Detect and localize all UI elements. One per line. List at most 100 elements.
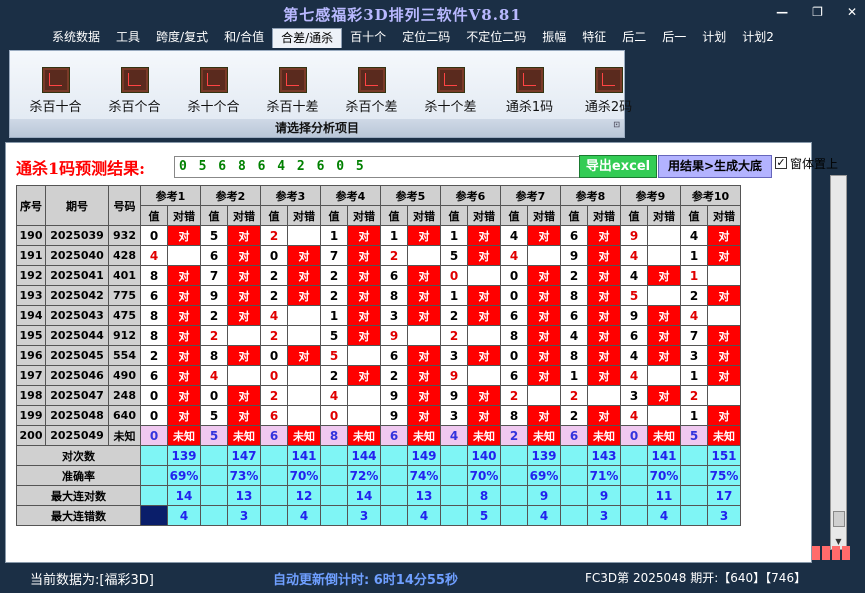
ribbon-button[interactable]: 通杀1码 bbox=[490, 67, 569, 115]
menu-item[interactable]: 跨度/复式 bbox=[148, 28, 216, 48]
close-icon[interactable]: ✕ bbox=[847, 5, 857, 19]
pred-value: 2 bbox=[500, 425, 528, 446]
chart-icon bbox=[594, 67, 623, 93]
menu-item[interactable]: 不定位二码 bbox=[458, 28, 534, 48]
menu-item[interactable]: 合差/通杀 bbox=[272, 28, 343, 48]
prediction-value-field[interactable]: 0 5 6 8 6 4 2 6 0 5 bbox=[174, 156, 580, 178]
menu-item[interactable]: 后一 bbox=[654, 28, 694, 48]
analysis-table-container: 序号 期号 号码 参考1 参考2 参考3 参考4 参考5 参考6 参考7 参考8 参考9 参考10 值对错… bbox=[16, 185, 773, 543]
pred-result: 未知 bbox=[407, 425, 441, 446]
menu-item[interactable]: 工具 bbox=[108, 28, 148, 48]
cell-value: 6 bbox=[560, 225, 588, 246]
cell-result: 对 bbox=[227, 225, 261, 246]
menu-item[interactable]: 后二 bbox=[614, 28, 654, 48]
cell-result bbox=[587, 385, 621, 406]
cell-value: 4 bbox=[560, 325, 588, 346]
prediction-label: 通杀1码预测结果: bbox=[16, 159, 146, 178]
dialog-launcher-icon[interactable]: ⊡ bbox=[613, 116, 620, 134]
cell-result: 对 bbox=[527, 405, 561, 426]
ribbon-button[interactable]: 杀百十合 bbox=[16, 67, 95, 115]
cell-value: 2 bbox=[680, 385, 708, 406]
menu-item[interactable]: 计划2 bbox=[734, 28, 782, 48]
col-header-ref: 参考6 bbox=[440, 185, 501, 206]
subheader-value: 值 bbox=[140, 205, 168, 226]
cell-result: 对 bbox=[407, 345, 441, 366]
stats-blank bbox=[380, 465, 408, 486]
table-row[interactable]: 191 2025040 428 4 6 对 0 对 7 对 2 5 对 4 9 对 4 1 对 bbox=[16, 245, 741, 266]
stats-value: 13 bbox=[227, 485, 261, 506]
pred-value: 6 bbox=[560, 425, 588, 446]
chart-icon bbox=[515, 67, 544, 93]
menu-item[interactable]: 振幅 bbox=[534, 28, 574, 48]
cell-number: 640 bbox=[108, 405, 141, 426]
cell-result bbox=[707, 305, 741, 326]
table-row[interactable]: 196 2025045 554 2 对 8 对 0 对 5 6 对 3 对 0 对 8 对 4 对 3 对 bbox=[16, 345, 741, 366]
export-excel-button[interactable]: 导出excel bbox=[579, 155, 657, 178]
stats-blank bbox=[140, 505, 168, 526]
ribbon-button[interactable]: 杀十个差 bbox=[411, 67, 490, 115]
stats-value: 14 bbox=[347, 485, 381, 506]
period-info-label: FC3D第 2025048 期开:【640】【746】 bbox=[585, 571, 807, 585]
menu-bar: 系统数据 工具 跨度/复式 和/合值 合差/通杀 百十个 定位二码 不定位二码 振幅 特征 后二 后一… bbox=[44, 28, 782, 48]
cell-result bbox=[347, 345, 381, 366]
analysis-table: 序号 期号 号码 参考1 参考2 参考3 参考4 参考5 参考6 参考7 参考8 参考9 参考10 值对错… bbox=[16, 185, 741, 526]
menu-item[interactable]: 定位二码 bbox=[394, 28, 458, 48]
menu-item[interactable]: 系统数据 bbox=[44, 28, 108, 48]
cell-result: 对 bbox=[527, 265, 561, 286]
ribbon-button[interactable]: 杀百个差 bbox=[332, 67, 411, 115]
ribbon-button[interactable]: 杀百十差 bbox=[253, 67, 332, 115]
cell-value: 6 bbox=[620, 325, 648, 346]
stats-label: 最大连对数 bbox=[16, 485, 141, 506]
table-row[interactable]: 193 2025042 775 6 对 9 对 2 对 2 对 8 对 1 对 0 对 8 对 5 2 对 bbox=[16, 285, 741, 306]
cell-value: 3 bbox=[380, 305, 408, 326]
cell-value: 8 bbox=[500, 325, 528, 346]
cell-result: 对 bbox=[227, 285, 261, 306]
table-row[interactable]: 195 2025044 912 8 对 2 2 5 对 9 2 8 对 4 对 6 对 7 对 bbox=[16, 325, 741, 346]
stats-blank bbox=[260, 505, 288, 526]
minimize-icon[interactable]: — bbox=[776, 5, 788, 19]
cell-result: 对 bbox=[647, 385, 681, 406]
scrollbar-thumb[interactable] bbox=[833, 511, 845, 527]
pred-result: 未知 bbox=[287, 425, 321, 446]
table-row[interactable]: 199 2025048 640 0 对 5 对 6 0 9 对 3 对 8 对 2 对 4 1 对 bbox=[16, 405, 741, 426]
col-header-ref: 参考10 bbox=[680, 185, 741, 206]
vertical-scrollbar[interactable]: ▼ bbox=[830, 175, 847, 550]
stats-blank bbox=[680, 505, 708, 526]
cell-value: 6 bbox=[500, 365, 528, 386]
menu-item[interactable]: 和/合值 bbox=[216, 28, 272, 48]
col-header-ref: 参考9 bbox=[620, 185, 681, 206]
stats-value: 69% bbox=[167, 465, 201, 486]
table-row[interactable]: 197 2025046 490 6 对 4 0 2 对 2 对 9 6 对 1 对 4 1 对 bbox=[16, 365, 741, 386]
cell-number: 401 bbox=[108, 265, 141, 286]
cell-value: 0 bbox=[500, 265, 528, 286]
ribbon-button[interactable]: 通杀2码 bbox=[569, 67, 648, 115]
subheader-result: 对错 bbox=[527, 205, 561, 226]
stats-blank bbox=[440, 445, 468, 466]
cell-result: 对 bbox=[467, 405, 501, 426]
pred-value: 6 bbox=[260, 425, 288, 446]
maximize-icon[interactable]: ❐ bbox=[812, 5, 823, 19]
stats-blank bbox=[440, 505, 468, 526]
prediction-row[interactable]: 200 2025049 未知 0 未知 5 未知 6 未知 8 未知 6 未知 4 未知 2 未知 6 未知 0 未知 5… bbox=[16, 425, 741, 446]
stats-value: 4 bbox=[407, 505, 441, 526]
col-header-ref: 参考1 bbox=[140, 185, 201, 206]
ribbon-button[interactable]: 杀百个合 bbox=[95, 67, 174, 115]
cell-period: 2025044 bbox=[45, 325, 109, 346]
cell-value: 9 bbox=[620, 225, 648, 246]
table-row[interactable]: 194 2025043 475 8 对 2 对 4 1 对 3 对 2 对 6 对 6 对 9 对 4 bbox=[16, 305, 741, 326]
menu-item[interactable]: 百十个 bbox=[342, 28, 394, 48]
cell-value: 0 bbox=[140, 405, 168, 426]
stats-blank bbox=[620, 445, 648, 466]
window-ontop-checkbox[interactable]: ✓ bbox=[775, 157, 787, 169]
stats-value: 12 bbox=[287, 485, 321, 506]
cell-value: 4 bbox=[680, 305, 708, 326]
table-row[interactable]: 198 2025047 248 0 对 0 对 2 4 9 对 9 对 2 2 3 对 2 bbox=[16, 385, 741, 406]
ribbon-button[interactable]: 杀十个合 bbox=[174, 67, 253, 115]
menu-item[interactable]: 特征 bbox=[574, 28, 614, 48]
cell-value: 2 bbox=[560, 405, 588, 426]
table-row[interactable]: 192 2025041 401 8 对 7 对 2 对 2 对 6 对 0 0 对 2 对 4 对 1 bbox=[16, 265, 741, 286]
generate-base-button[interactable]: 用结果>生成大底 bbox=[658, 155, 772, 178]
menu-item[interactable]: 计划 bbox=[694, 28, 734, 48]
subheader-value: 值 bbox=[380, 205, 408, 226]
table-row[interactable]: 190 2025039 932 0 对 5 对 2 1 对 1 对 1 对 4 对 6 对 9 4 对 bbox=[16, 225, 741, 246]
